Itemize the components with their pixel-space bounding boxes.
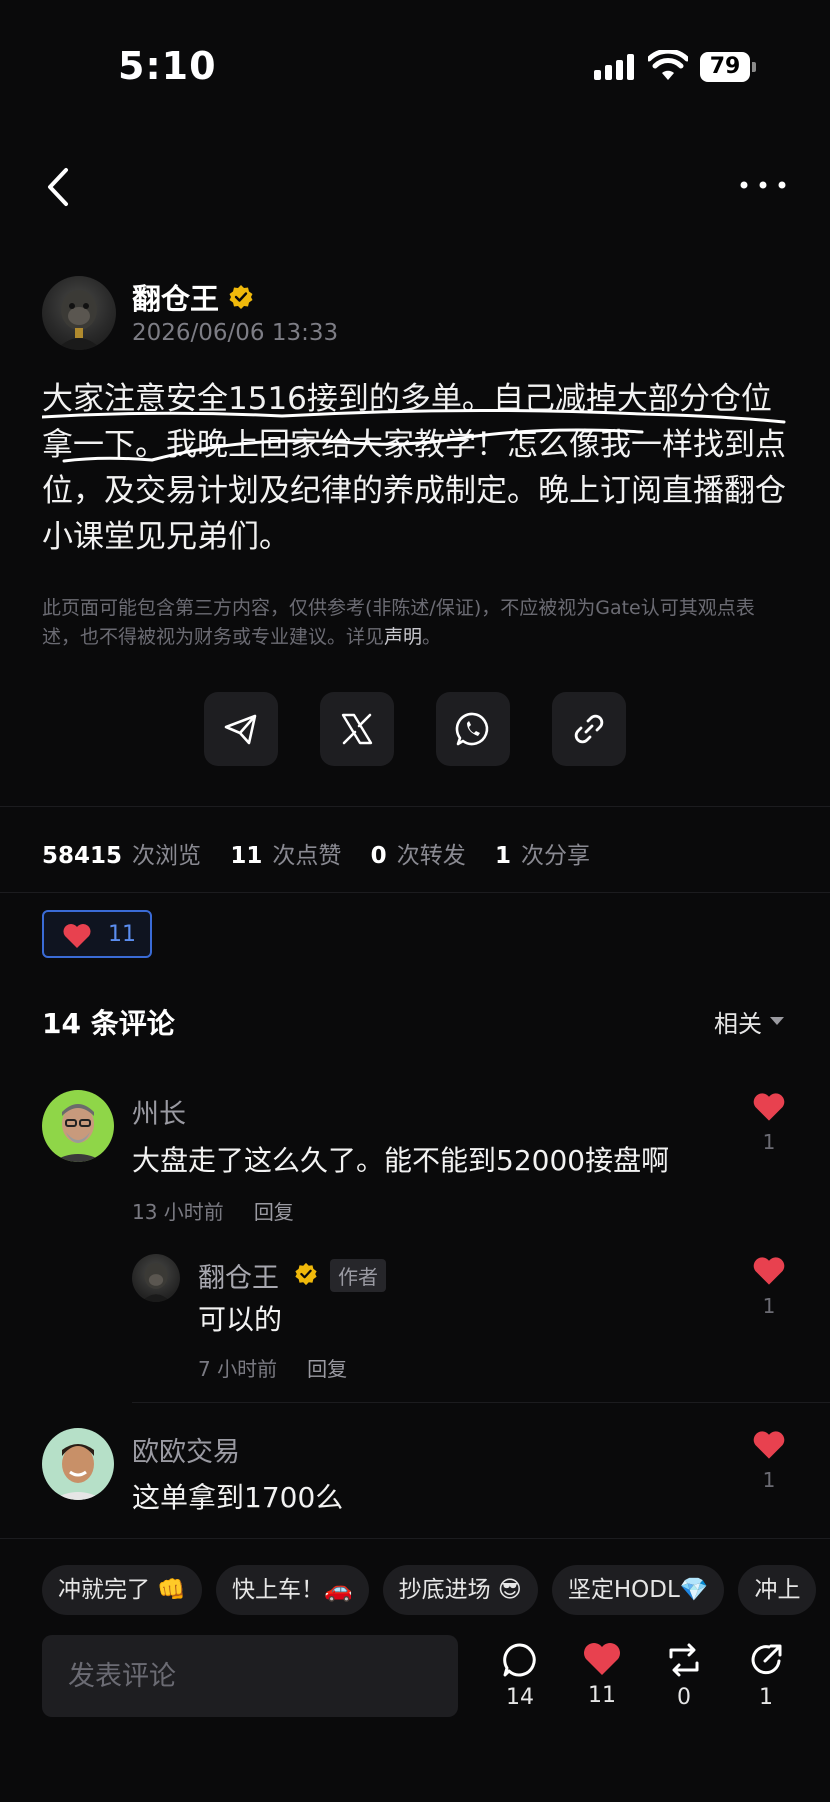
comment-action-button[interactable]: 14 [490, 1641, 550, 1710]
comment-author[interactable]: 州长 [132, 1092, 186, 1131]
heart-icon [63, 924, 91, 948]
avatar[interactable] [132, 1254, 180, 1302]
comment-meta: 13 小时前 回复 [132, 1196, 294, 1225]
whatsapp-icon [455, 712, 489, 746]
share-count: 1 [759, 1685, 773, 1710]
battery-icon: 79 [700, 52, 756, 82]
quick-reply-chip[interactable]: 冲就完了 👊 [42, 1565, 202, 1615]
like-action-button[interactable]: 11 [572, 1641, 632, 1708]
comment-text: 可以的 [198, 1303, 283, 1336]
post-line: 小课堂见兄弟们。 [42, 519, 290, 555]
comment-meta: 7 小时前 回复 [198, 1353, 347, 1382]
post-content: 大家注意安全1516接到的多单。自己减掉大部分仓位 拿一下。我晚上回家给大家教学… [42, 376, 792, 560]
comment-like-count: 1 [762, 1468, 776, 1492]
comment-like-button[interactable]: 1 [749, 1430, 789, 1492]
divider [132, 1402, 830, 1403]
divider [0, 892, 830, 893]
status-time: 5:10 [118, 44, 217, 88]
comment-like-button[interactable]: 1 [749, 1092, 789, 1154]
views-count: 58415 [42, 843, 123, 869]
sort-dropdown[interactable]: 相关 [714, 1004, 762, 1039]
comment-time: 7 小时前 [198, 1357, 278, 1381]
disclaimer-link[interactable]: 声明 [384, 626, 422, 648]
share-row [204, 692, 626, 766]
post-line: 拿一下。我晚上回家给大家教学！怎么像我一样找到点 [42, 427, 786, 463]
wifi-icon [648, 50, 688, 80]
post-author-row: 翻仓王 2026/06/06 13:33 [42, 276, 782, 356]
reply-button[interactable]: 回复 [254, 1200, 294, 1224]
share-icon [751, 1644, 782, 1675]
battery-level: 79 [700, 52, 750, 82]
post-stats: 58415 次浏览 11 次点赞 0 次转发 1 次分享 [42, 836, 612, 870]
x-icon [341, 713, 373, 745]
comment-text: 大盘走了这么久了。能不能到52000接盘啊 [132, 1144, 670, 1177]
shares-label: 次分享 [521, 843, 591, 869]
repost-count: 0 [677, 1685, 691, 1710]
back-arrow-icon[interactable] [38, 162, 78, 212]
repost-icon [669, 1643, 699, 1677]
heart-icon [753, 1257, 785, 1285]
like-button[interactable]: 11 [42, 910, 152, 958]
disclaimer-end: 。 [422, 626, 442, 648]
share-action-button[interactable]: 1 [736, 1641, 796, 1710]
reposts-count: 0 [370, 843, 387, 869]
like-count: 11 [108, 922, 136, 947]
telegram-icon [224, 714, 257, 745]
post-line: 大家注意安全1516接到的多单。自己减掉大部分仓位 [42, 381, 772, 417]
share-x-button[interactable] [320, 692, 394, 766]
shares-count: 1 [495, 843, 512, 869]
comment-author[interactable]: 欧欧交易 [132, 1430, 240, 1469]
share-telegram-button[interactable] [204, 692, 278, 766]
comment-input[interactable] [42, 1635, 458, 1717]
avatar[interactable] [42, 1090, 114, 1162]
author-name[interactable]: 翻仓王 [132, 276, 219, 318]
heart-icon [753, 1431, 785, 1459]
heart-icon [753, 1093, 785, 1121]
author-tag: 作者 [330, 1259, 386, 1292]
avatar[interactable] [42, 276, 116, 350]
quick-reply-chip[interactable]: 冲上 [738, 1565, 817, 1615]
comment-time: 13 小时前 [132, 1200, 224, 1224]
cellular-signal-icon [594, 54, 636, 80]
bottom-action-bar: 冲就完了 👊 快上车！🚗 抄底进场 😎 坚定HODL💎 冲上 14 11 0 1 [0, 1538, 830, 1802]
comment-like-button[interactable]: 1 [749, 1256, 789, 1318]
post-date: 2026/06/06 13:33 [132, 320, 339, 346]
share-whatsapp-button[interactable] [436, 692, 510, 766]
repost-action-button[interactable]: 0 [654, 1641, 714, 1710]
likes-count: 11 [230, 843, 263, 869]
avatar[interactable] [42, 1428, 114, 1500]
comment-text: 这单拿到1700么 [132, 1481, 344, 1514]
quick-reply-chip[interactable]: 坚定HODL💎 [551, 1565, 725, 1615]
views-label: 次浏览 [132, 843, 202, 869]
quick-reply-chip[interactable]: 抄底进场 😎 [382, 1565, 538, 1615]
divider [0, 806, 830, 807]
chevron-down-icon [770, 1017, 784, 1025]
comment-like-count: 1 [762, 1294, 776, 1318]
copy-link-button[interactable] [552, 692, 626, 766]
reply-button[interactable]: 回复 [307, 1357, 347, 1381]
quick-reply-chips: 冲就完了 👊 快上车！🚗 抄底进场 😎 坚定HODL💎 冲上 [42, 1565, 830, 1615]
more-options-icon[interactable] [738, 170, 788, 200]
post-line: 位，及交易计划及纪律的养成制定。晚上订阅直播翻仓 [42, 473, 786, 509]
likes-label: 次点赞 [272, 843, 342, 869]
verified-badge-icon [229, 285, 253, 309]
reposts-label: 次转发 [396, 843, 466, 869]
comment-bubble-icon [503, 1643, 536, 1677]
link-icon [574, 714, 604, 744]
comment-author[interactable]: 翻仓王 [198, 1256, 279, 1295]
disclaimer: 此页面可能包含第三方内容，仅供参考(非陈述/保证)，不应被视为Gate认可其观点… [42, 594, 792, 652]
verified-badge-icon [295, 1262, 317, 1286]
comment-count: 14 [506, 1685, 534, 1710]
like-action-count: 11 [588, 1683, 616, 1708]
quick-reply-chip[interactable]: 快上车！🚗 [215, 1565, 369, 1615]
status-bar: 5:10 79 [0, 0, 830, 130]
comments-title: 14 条评论 [42, 1007, 175, 1040]
comment-like-count: 1 [762, 1130, 776, 1154]
heart-icon [584, 1643, 620, 1675]
